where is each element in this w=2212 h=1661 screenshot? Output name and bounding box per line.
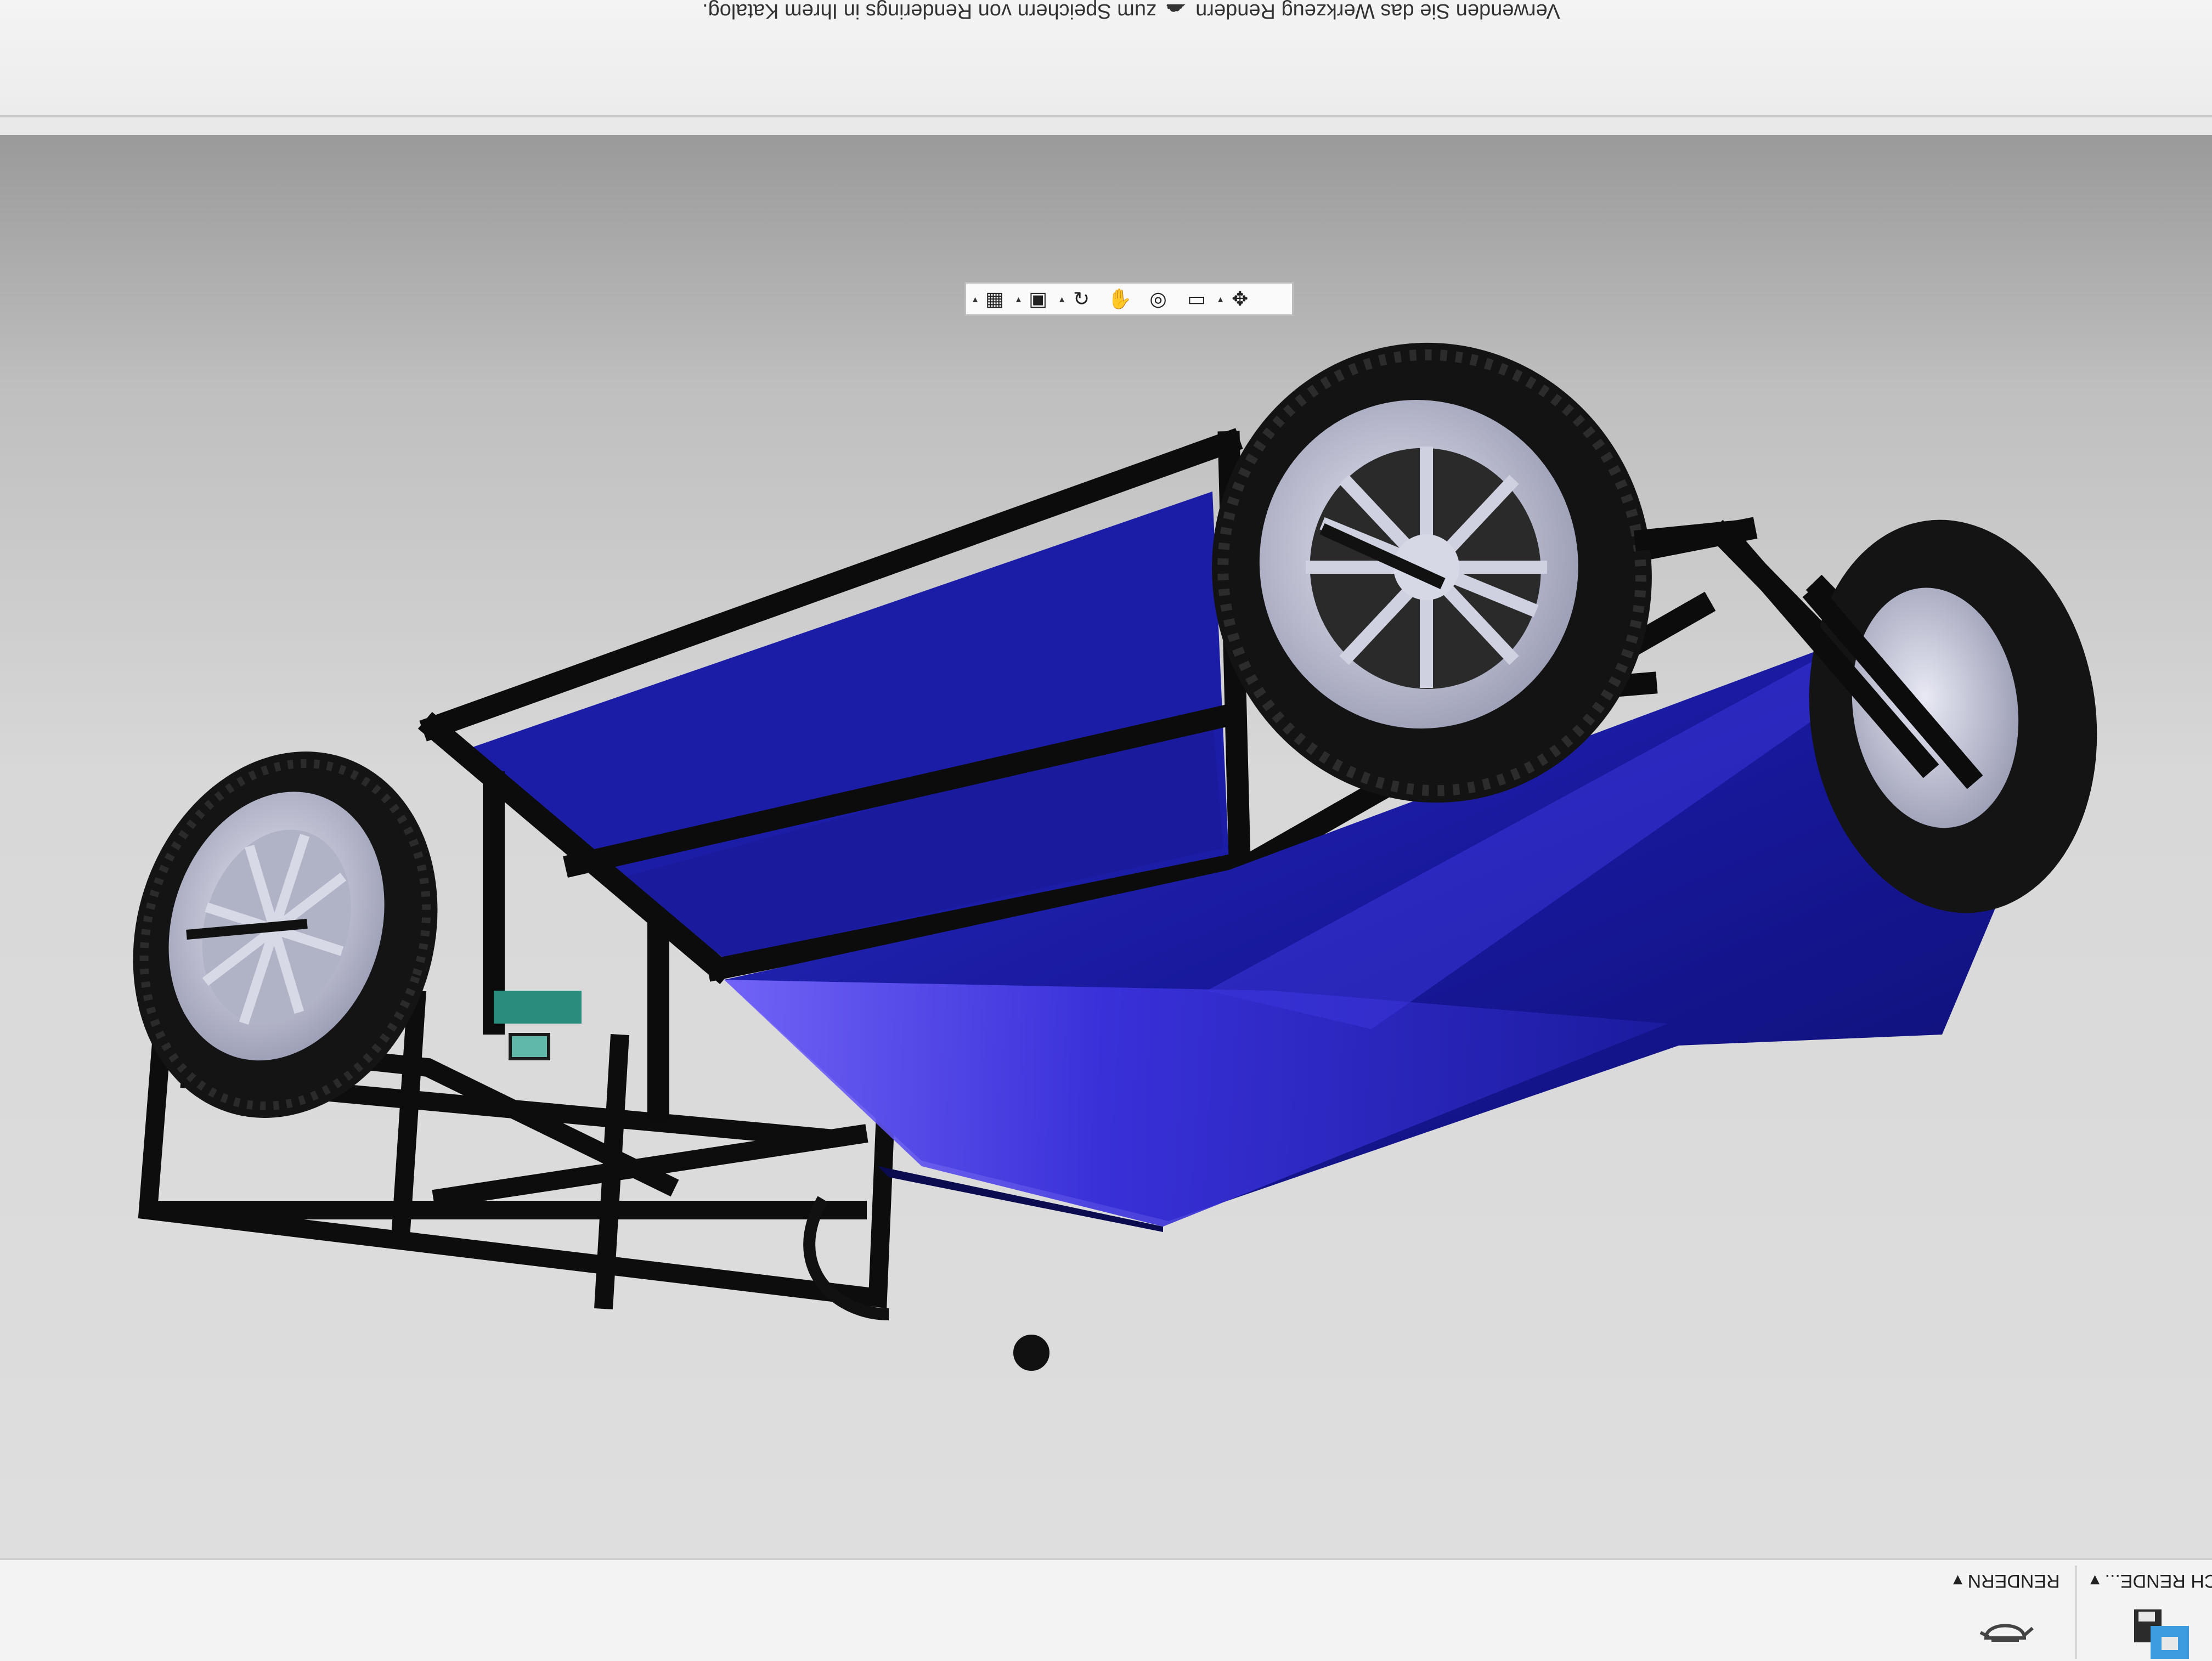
electronics-component <box>494 991 582 1060</box>
grid-caret-icon[interactable]: ▴ <box>973 293 978 305</box>
look-at-icon[interactable]: ◎ <box>1141 285 1175 313</box>
wheel-left <box>133 752 438 1118</box>
canvas-viewport[interactable]: ▴ ▦ ▴ ▣ ▴ ↻ ✋ ◎ ▭ ▴ ✥ <box>0 135 2212 1558</box>
render-message: Verwenden Sie das Werkzeug Rendern ☁ zum… <box>702 0 1560 22</box>
ribbon-group-local-render[interactable]: ICH RENDE... ▾ <box>2090 1570 2212 1592</box>
ribbon-separator <box>2075 1566 2077 1659</box>
display-settings-icon[interactable]: ▭ <box>1180 285 1214 313</box>
ribbon-group-render[interactable]: RENDERN ▾ <box>1953 1570 2060 1592</box>
orbit-icon[interactable]: ↻ <box>1064 285 1098 313</box>
message-text-end: zum Speichern von Renderings in Ihrem Ka… <box>702 0 1157 22</box>
viewport-navigation-toolbar: ▴ ▦ ▴ ▣ ▴ ↻ ✋ ◎ ▭ ▴ ✥ <box>964 282 1294 316</box>
vehicle-chassis-model[interactable] <box>0 135 2212 1558</box>
orbit-caret-icon[interactable]: ▴ <box>1059 293 1064 305</box>
navigation-caret-icon[interactable]: ▴ <box>1218 293 1223 305</box>
pan-icon[interactable]: ✋ <box>1103 285 1137 313</box>
render-tool-icon: ☁ <box>1165 0 1187 22</box>
style-caret-icon[interactable]: ▴ <box>1016 293 1021 305</box>
render-ribbon: RENDERN ▾ ICH RENDE... ▾ <box>0 1558 2212 1661</box>
local-render-group-label: ICH RENDE... <box>2104 1570 2212 1591</box>
save-render-icon[interactable] <box>2129 1604 2194 1661</box>
fusion-render-screen: Verwenden Sie das Werkzeug Rendern ☁ zum… <box>0 0 2212 1661</box>
local-render-dropdown-icon: ▾ <box>2090 1570 2100 1591</box>
render-dropdown-icon: ▾ <box>1953 1570 1963 1591</box>
visual-style-icon[interactable]: ▣ <box>1021 285 1055 313</box>
suspension-arm <box>803 1196 1049 1371</box>
message-text-start: Verwenden Sie das Werkzeug Rendern <box>1195 0 1560 22</box>
render-teapot-icon[interactable] <box>1975 1605 2035 1654</box>
navigation-icon[interactable]: ✥ <box>1223 285 1257 313</box>
grid-display-icon[interactable]: ▦ <box>978 285 1012 313</box>
render-message-bar: Verwenden Sie das Werkzeug Rendern ☁ zum… <box>0 0 2212 117</box>
render-group-label: RENDERN <box>1967 1570 2060 1591</box>
